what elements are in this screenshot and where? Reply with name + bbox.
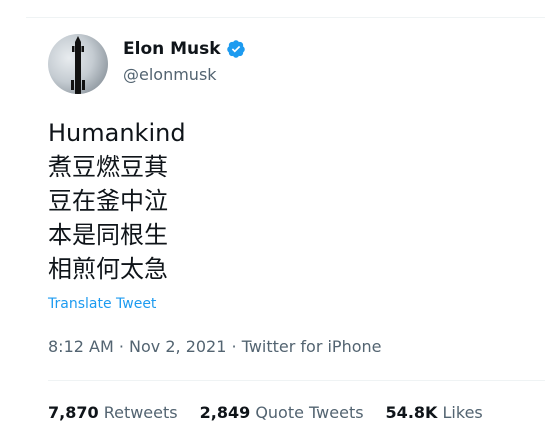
quote-tweets-stat[interactable]: 2,849 Quote Tweets [200, 402, 364, 424]
retweets-label: Retweets [103, 403, 178, 422]
engagement-stats: 7,870 Retweets 2,849 Quote Tweets 54.8K … [48, 402, 505, 424]
likes-label: Likes [442, 403, 483, 422]
tweet-line: 本是同根生 [48, 221, 168, 249]
meta-separator: · [226, 337, 242, 356]
tweet-line: 煮豆燃豆萁 [48, 153, 168, 181]
tweet-time[interactable]: 8:12 AM [48, 337, 114, 356]
retweets-count: 7,870 [48, 403, 99, 422]
tweet-date[interactable]: Nov 2, 2021 [129, 337, 226, 356]
tweet-metadata: 8:12 AM · Nov 2, 2021 · Twitter for iPho… [48, 336, 382, 358]
tweet-detail: Elon Musk @elonmusk Humankind 煮豆燃豆萁 豆在釜中… [26, 0, 545, 428]
meta-separator: · [113, 337, 130, 356]
tweet-line: 豆在釜中泣 [48, 187, 168, 215]
avatar[interactable] [48, 34, 108, 94]
tweet-source[interactable]: Twitter for iPhone [242, 337, 382, 356]
verified-badge-icon [226, 39, 246, 59]
likes-count: 54.8K [385, 403, 438, 422]
retweets-stat[interactable]: 7,870 Retweets [48, 402, 178, 424]
display-name[interactable]: Elon Musk [123, 38, 221, 60]
tweet-text: Humankind 煮豆燃豆萁 豆在釜中泣 本是同根生 相煎何太急 [48, 116, 186, 286]
avatar-starship-image [71, 36, 85, 94]
tweet-line: Humankind [48, 119, 186, 147]
stats-divider [48, 380, 545, 381]
tweet-line: 相煎何太急 [48, 255, 168, 283]
quote-tweets-label: Quote Tweets [255, 403, 364, 422]
author-name-row: Elon Musk [123, 38, 246, 60]
translate-tweet-link[interactable]: Translate Tweet [48, 294, 156, 314]
likes-stat[interactable]: 54.8K Likes [386, 402, 483, 424]
user-handle[interactable]: @elonmusk [123, 64, 217, 86]
quote-tweets-count: 2,849 [199, 403, 251, 422]
